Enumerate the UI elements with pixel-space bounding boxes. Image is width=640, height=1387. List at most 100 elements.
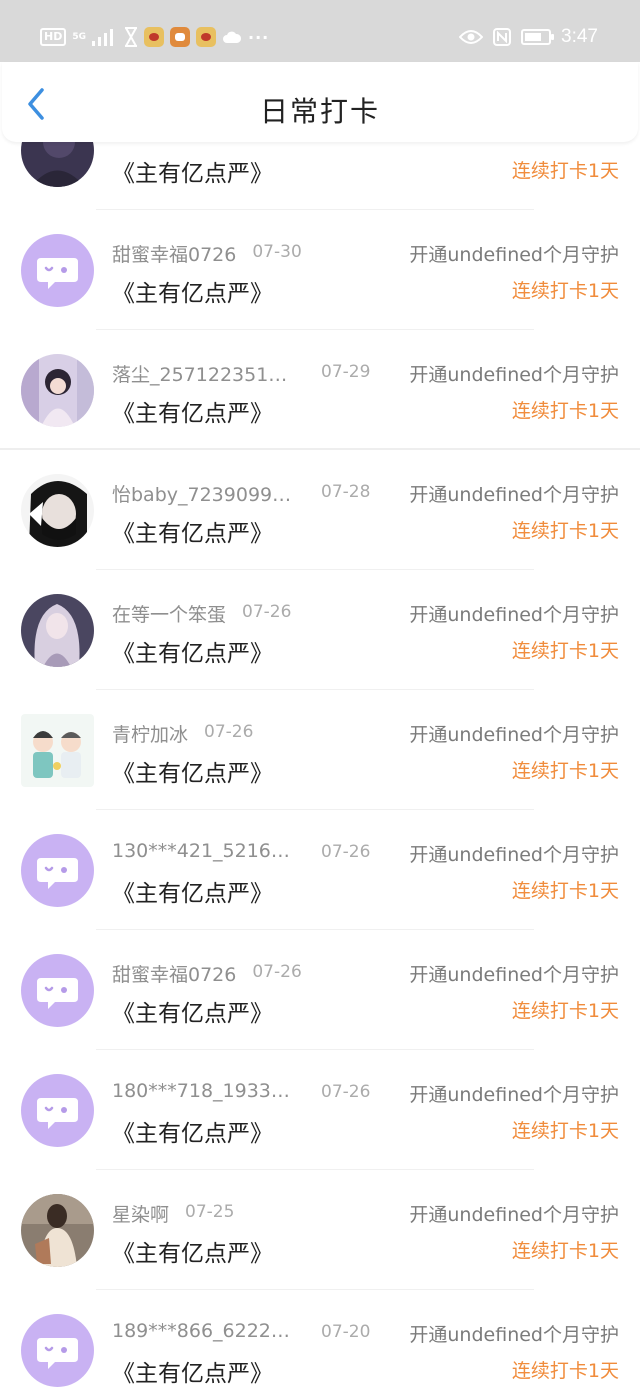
avatar <box>21 474 94 547</box>
status-left-icons: HD 5G ··· <box>40 24 269 50</box>
list-item[interactable]: 星染啊 07-25 《主有亿点严》 开通undefined个月守护 连续打卡1天 <box>0 1170 640 1290</box>
list-item[interactable]: 130***421_52169... 07-26 《主有亿点严》 开通undefi… <box>0 810 640 930</box>
streak-label: 连续打卡1天 <box>511 1000 619 1022</box>
guard-action: 开通undefined个月守护 <box>409 1204 619 1226</box>
book-title: 《主有亿点严》 <box>112 161 273 187</box>
list-item[interactable]: 甜蜜幸福0726 07-30 《主有亿点严》 开通undefined个月守护 连续… <box>0 210 640 330</box>
status-bar: HD 5G ··· 3:47 <box>0 0 640 62</box>
list-item[interactable]: 189***866_62221... 07-20 《主有亿点严》 开通undefi… <box>0 1290 640 1387</box>
name-line: 130***421_52169... 07-26 <box>112 840 382 864</box>
name-line: 189***866_62221... 07-20 <box>112 1320 382 1344</box>
user-name: 甜蜜幸福0726 <box>112 964 237 986</box>
list-item[interactable]: 在等一个笨蛋 07-26 《主有亿点严》 开通undefined个月守护 连续打卡… <box>0 570 640 690</box>
name-line: 180***718_19331... 07-26 <box>112 1080 382 1104</box>
status-right-icons: 3:47 <box>459 24 598 50</box>
user-name: 甜蜜幸福0726 <box>112 244 237 266</box>
cloud-icon <box>223 31 242 43</box>
checkin-date: 07-26 <box>252 962 302 982</box>
book-title: 《主有亿点严》 <box>112 1361 273 1387</box>
list-item[interactable]: 怡baby_72390996... 07-28 《主有亿点严》 开通undefin… <box>0 450 640 570</box>
eye-icon <box>459 30 484 44</box>
name-line: 在等一个笨蛋 07-26 <box>112 600 382 626</box>
avatar <box>21 1194 94 1267</box>
chat-bubble-icon <box>37 258 78 289</box>
user-name: 青柠加冰 <box>112 724 189 746</box>
streak-label: 连续打卡1天 <box>511 1240 619 1262</box>
book-title: 《主有亿点严》 <box>112 881 273 907</box>
user-photo-icon <box>21 354 94 427</box>
user-photo-icon <box>21 142 94 187</box>
user-name: 在等一个笨蛋 <box>112 604 227 626</box>
book-title: 《主有亿点严》 <box>112 521 273 547</box>
guard-action: 开通undefined个月守护 <box>409 244 619 266</box>
checkin-date: 07-29 <box>321 362 371 382</box>
checkin-date: 07-26 <box>204 722 254 742</box>
weibo-icon <box>144 27 164 47</box>
guard-action: 开通undefined个月守护 <box>409 364 619 386</box>
page-title: 日常打卡 <box>259 95 380 128</box>
streak-label: 连续打卡1天 <box>511 880 619 902</box>
list-item[interactable]: 甜蜜幸福0726 07-26 《主有亿点严》 开通undefined个月守护 连续… <box>0 930 640 1050</box>
book-title: 《主有亿点严》 <box>112 281 273 307</box>
avatar <box>21 142 94 187</box>
avatar <box>21 594 94 667</box>
book-title: 《主有亿点严》 <box>112 761 273 787</box>
user-photo-icon <box>21 714 94 787</box>
avatar <box>21 714 94 787</box>
streak-label: 连续打卡1天 <box>511 280 619 302</box>
guard-action: 开通undefined个月守护 <box>409 1324 619 1346</box>
message-app-icon <box>170 27 190 47</box>
name-line: 落尘_2571223516... 07-29 <box>112 360 382 386</box>
guard-action: 开通undefined个月守护 <box>409 1084 619 1106</box>
streak-label: 连续打卡1天 <box>511 520 619 542</box>
book-title: 《主有亿点严》 <box>112 401 273 427</box>
book-title: 《主有亿点严》 <box>112 1121 273 1147</box>
checkin-date: 07-25 <box>185 1202 235 1222</box>
streak-label: 连续打卡1天 <box>511 400 619 422</box>
user-photo-icon <box>21 1194 94 1267</box>
avatar <box>21 834 94 907</box>
hd-indicator: HD <box>40 28 67 46</box>
streak-label: 连续打卡1天 <box>511 760 619 782</box>
user-name: 189***866_62221... <box>112 1320 297 1342</box>
checkin-date: 07-26 <box>321 1082 371 1102</box>
nfc-icon <box>493 28 512 46</box>
name-line: 甜蜜幸福0726 07-26 <box>112 960 382 986</box>
checkin-date: 07-26 <box>242 602 292 622</box>
list-item[interactable]: 落尘_2571223516... 07-29 《主有亿点严》 开通undefine… <box>0 330 640 450</box>
chat-bubble-icon <box>37 1338 78 1369</box>
streak-label: 连续打卡1天 <box>511 640 619 662</box>
avatar <box>21 234 94 307</box>
list-item[interactable]: 180***718_19331... 07-26 《主有亿点严》 开通undefi… <box>0 1050 640 1170</box>
guard-action: 开通undefined个月守护 <box>409 724 619 746</box>
guard-action: 开通undefined个月守护 <box>409 484 619 506</box>
streak-label: 连续打卡1天 <box>511 160 619 182</box>
checkin-date: 07-28 <box>321 482 371 502</box>
checkin-list[interactable]: 《主有亿点严》 连续打卡1天 甜蜜幸福0726 07-30 《主有亿点严》 开通u… <box>0 142 640 1387</box>
book-title: 《主有亿点严》 <box>112 1241 273 1267</box>
chat-bubble-icon <box>37 858 78 889</box>
battery-icon <box>521 29 555 45</box>
chat-bubble-icon <box>37 1098 78 1129</box>
user-name: 怡baby_72390996... <box>112 484 297 506</box>
name-line: 怡baby_72390996... 07-28 <box>112 480 382 506</box>
guard-action: 开通undefined个月守护 <box>409 964 619 986</box>
user-name: 落尘_2571223516... <box>112 364 297 386</box>
list-item[interactable]: 《主有亿点严》 连续打卡1天 <box>0 142 640 210</box>
more-notifications-icon: ··· <box>248 27 270 47</box>
book-title: 《主有亿点严》 <box>112 1001 273 1027</box>
avatar <box>21 1074 94 1147</box>
status-time: 3:47 <box>561 26 598 47</box>
book-title: 《主有亿点严》 <box>112 641 273 667</box>
hourglass-icon <box>125 27 137 47</box>
avatar <box>21 354 94 427</box>
page-header: 日常打卡 <box>2 62 638 142</box>
checkin-date: 07-20 <box>321 1322 371 1342</box>
signal-icon <box>92 29 113 46</box>
user-photo-icon <box>21 474 94 547</box>
guard-action: 开通undefined个月守护 <box>409 844 619 866</box>
streak-label: 连续打卡1天 <box>511 1120 619 1142</box>
name-line: 青柠加冰 07-26 <box>112 720 382 746</box>
network-indicator: 5G <box>72 32 86 42</box>
list-item[interactable]: 青柠加冰 07-26 《主有亿点严》 开通undefined个月守护 连续打卡1天 <box>0 690 640 810</box>
